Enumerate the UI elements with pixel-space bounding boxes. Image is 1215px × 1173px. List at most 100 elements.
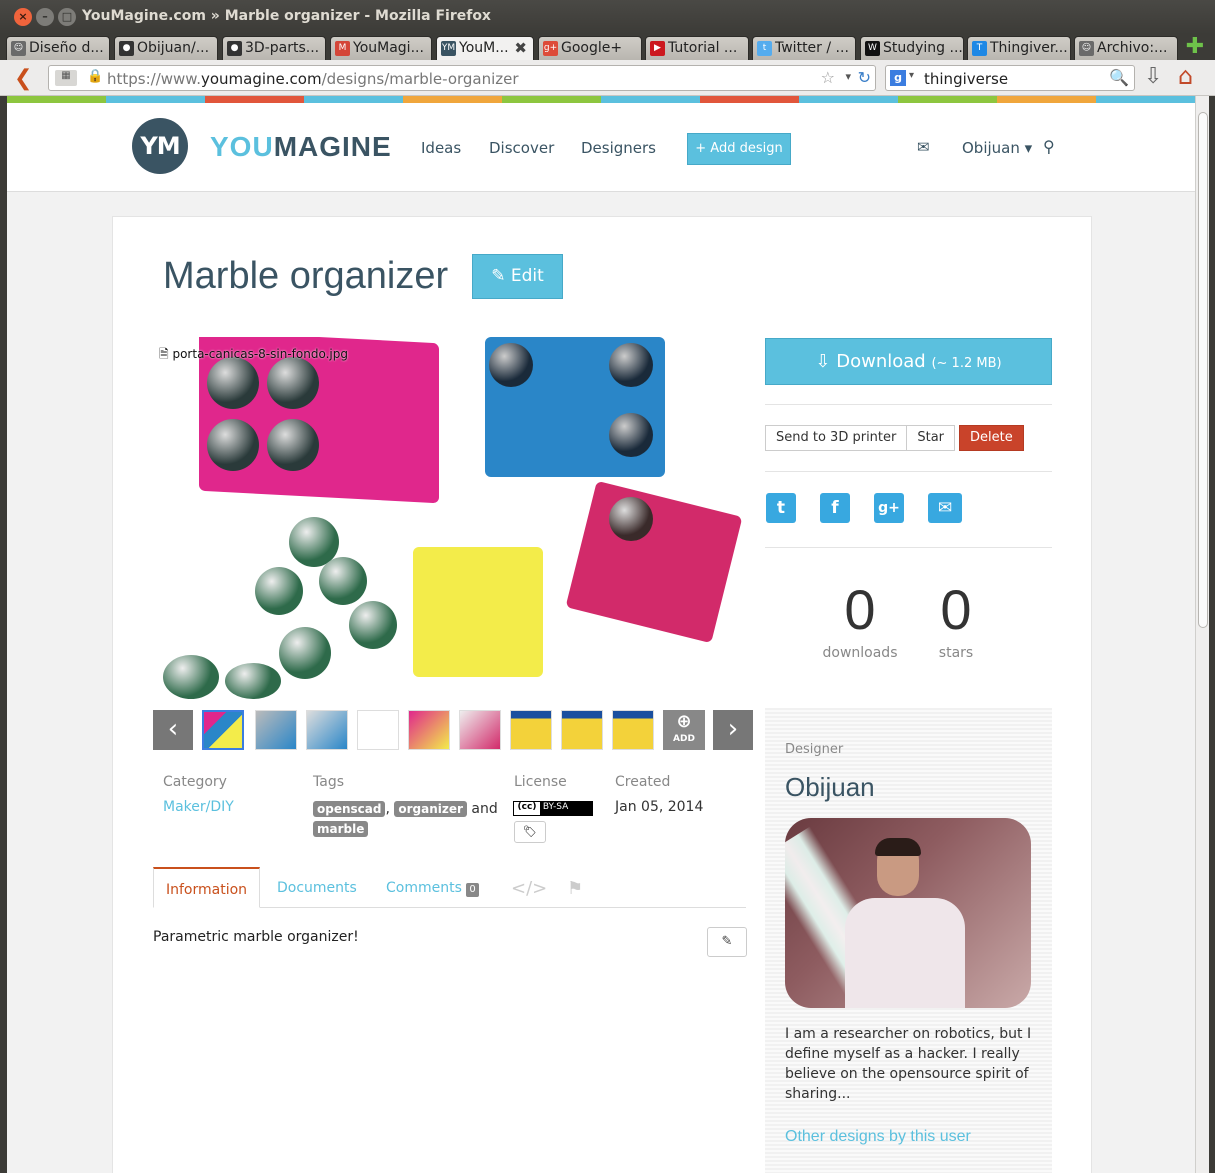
edit-button[interactable]: ✎ Edit (472, 254, 563, 299)
gallery-thumb[interactable] (255, 710, 297, 750)
browser-tab[interactable]: ☺ Archivo:... (1074, 36, 1178, 60)
reload-icon[interactable]: ↻ (858, 68, 871, 87)
home-icon[interactable]: ⌂ (1178, 62, 1193, 90)
embed-code-icon[interactable]: </> (511, 878, 547, 899)
browser-tab[interactable]: YM YouM... ✖ (436, 36, 534, 61)
image-filename: 🗎 porta-canicas-8-sin-fondo.jpg (159, 347, 348, 361)
color-stripe-segment (205, 96, 304, 103)
edit-description-icon[interactable]: ✎ (707, 927, 747, 957)
browser-tab[interactable]: ● 3D-parts... (222, 36, 326, 60)
stars-count: 0 (940, 578, 972, 641)
gallery-thumb[interactable] (459, 710, 501, 750)
person-icon: ☺ (1079, 41, 1094, 56)
stars-label: stars (938, 645, 974, 661)
created-label: Created (615, 774, 671, 790)
search-bar[interactable]: g ▾ thingiverse 🔍 (885, 65, 1135, 91)
url-text[interactable]: https://www.youmagine.com/designs/marble… (107, 70, 519, 88)
facebook-icon[interactable]: f (820, 493, 850, 523)
url-dropdown-icon[interactable]: ▾ (845, 70, 851, 83)
google-engine-icon[interactable]: g (890, 70, 906, 86)
browser-tab[interactable]: ☺ Diseño d... (6, 36, 110, 60)
browser-tab[interactable]: T Thingiver... (967, 36, 1071, 60)
tab-label: Twitter / ... (775, 40, 849, 56)
window-minimize-button[interactable]: – (36, 8, 54, 26)
page-scrollbar[interactable] (1195, 96, 1209, 1173)
gallery-prev-arrow[interactable]: ‹ (153, 710, 193, 750)
license-label: License (514, 774, 567, 790)
license-badge[interactable]: (cc) BY-SA (513, 801, 593, 816)
nav-ideas[interactable]: Ideas (421, 139, 461, 157)
design-description: Parametric marble organizer! (153, 929, 359, 945)
tag[interactable]: marble (313, 821, 369, 837)
category-link[interactable]: Maker/DIY (163, 799, 234, 815)
comments-count-badge: 0 (466, 883, 479, 897)
gallery-next-arrow[interactable]: › (713, 710, 753, 750)
search-input[interactable]: thingiverse (924, 70, 1008, 88)
add-design-button[interactable]: + Add design (687, 133, 791, 165)
designer-avatar[interactable] (785, 818, 1031, 1008)
flag-icon[interactable]: ⚑ (567, 878, 583, 899)
wikipedia-icon: W (865, 41, 880, 56)
envelope-icon[interactable]: ✉ (917, 138, 930, 156)
browser-tab[interactable]: ▶ Tutorial ... (645, 36, 749, 60)
downloads-icon[interactable]: ⇩ (1144, 64, 1162, 89)
youmagine-wordmark[interactable]: YOUMAGINE (210, 131, 392, 163)
design-card: Marble organizer ✎ Edit 🗎 porta-canicas-… (112, 216, 1092, 1173)
tag[interactable]: openscad (313, 801, 386, 817)
tab-close-icon[interactable]: ✖ (514, 39, 527, 57)
gallery-thumb[interactable] (306, 710, 348, 750)
scrollbar-thumb[interactable] (1198, 112, 1208, 628)
gallery-thumb[interactable] (561, 710, 603, 750)
main-design-image[interactable]: 🗎 porta-canicas-8-sin-fondo.jpg (159, 337, 749, 699)
gallery-thumb[interactable] (510, 710, 552, 750)
color-stripe-segment (601, 96, 700, 103)
gallery-add-button[interactable]: ⊕ ADD (663, 710, 705, 750)
user-menu[interactable]: Obijuan ▾ (962, 139, 1032, 157)
gallery-thumb[interactable] (408, 710, 450, 750)
other-designs-link[interactable]: Other designs by this user (785, 1128, 971, 1146)
browser-navbar: ❮ ▦ 🔒 https://www.youmagine.com/designs/… (0, 60, 1215, 96)
star-button[interactable]: Star (907, 425, 956, 451)
tab-comments[interactable]: Comments 0 (374, 867, 491, 908)
downloads-count: 0 (844, 578, 876, 641)
bookmark-star-icon[interactable]: ☆ (821, 68, 835, 87)
url-bar[interactable]: ▦ 🔒 https://www.youmagine.com/designs/ma… (48, 65, 876, 91)
youmagine-logo[interactable]: YM (132, 118, 188, 174)
designer-name[interactable]: Obijuan (785, 772, 875, 803)
email-share-icon[interactable]: ✉ (928, 493, 962, 523)
image-gallery: ‹ ⊕ ADD › (153, 710, 753, 752)
googleplus-icon[interactable]: g+ (874, 493, 904, 523)
nav-discover[interactable]: Discover (489, 139, 554, 157)
color-stripe-segment (997, 96, 1096, 103)
browser-tab[interactable]: g+ Google+ (538, 36, 642, 60)
tab-information[interactable]: Information (153, 867, 261, 908)
color-stripe-segment (304, 96, 403, 103)
browser-tab[interactable]: W Studying ... (860, 36, 964, 60)
browser-tab[interactable]: ● Obijuan/... (114, 36, 218, 60)
tag-icon[interactable]: 🏷 (514, 821, 546, 843)
window-close-button[interactable]: × (14, 8, 32, 26)
download-button[interactable]: ⇩ Download (~ 1.2 MB) (765, 338, 1052, 385)
category-label: Category (163, 774, 227, 790)
engine-dropdown-icon[interactable]: ▾ (909, 70, 914, 81)
search-icon[interactable]: 🔍 (1109, 68, 1129, 87)
new-tab-icon[interactable]: ✚ (1182, 36, 1208, 59)
send-to-printer-button[interactable]: Send to 3D printer (765, 425, 908, 451)
delete-button[interactable]: Delete (959, 425, 1024, 451)
tab-documents[interactable]: Documents (265, 867, 369, 908)
back-arrow-icon[interactable]: ❮ (14, 66, 32, 91)
browser-tab[interactable]: t Twitter / ... (752, 36, 856, 60)
tag[interactable]: organizer (394, 801, 467, 817)
gallery-thumb[interactable] (202, 710, 244, 750)
designer-bio: I am a researcher on robotics, but I def… (785, 1026, 1032, 1102)
site-search-icon[interactable]: ⚲ (1043, 137, 1055, 156)
gallery-thumb[interactable] (357, 710, 399, 750)
site-identity-icon[interactable]: ▦ (55, 70, 77, 86)
browser-tab[interactable]: M YouMagi... (330, 36, 432, 60)
nav-designers[interactable]: Designers (581, 139, 656, 157)
twitter-icon[interactable]: t (766, 493, 796, 523)
github-icon: ● (227, 41, 242, 56)
window-maximize-button[interactable]: □ (58, 8, 76, 26)
color-stripe-segment (700, 96, 799, 103)
gallery-thumb[interactable] (612, 710, 654, 750)
